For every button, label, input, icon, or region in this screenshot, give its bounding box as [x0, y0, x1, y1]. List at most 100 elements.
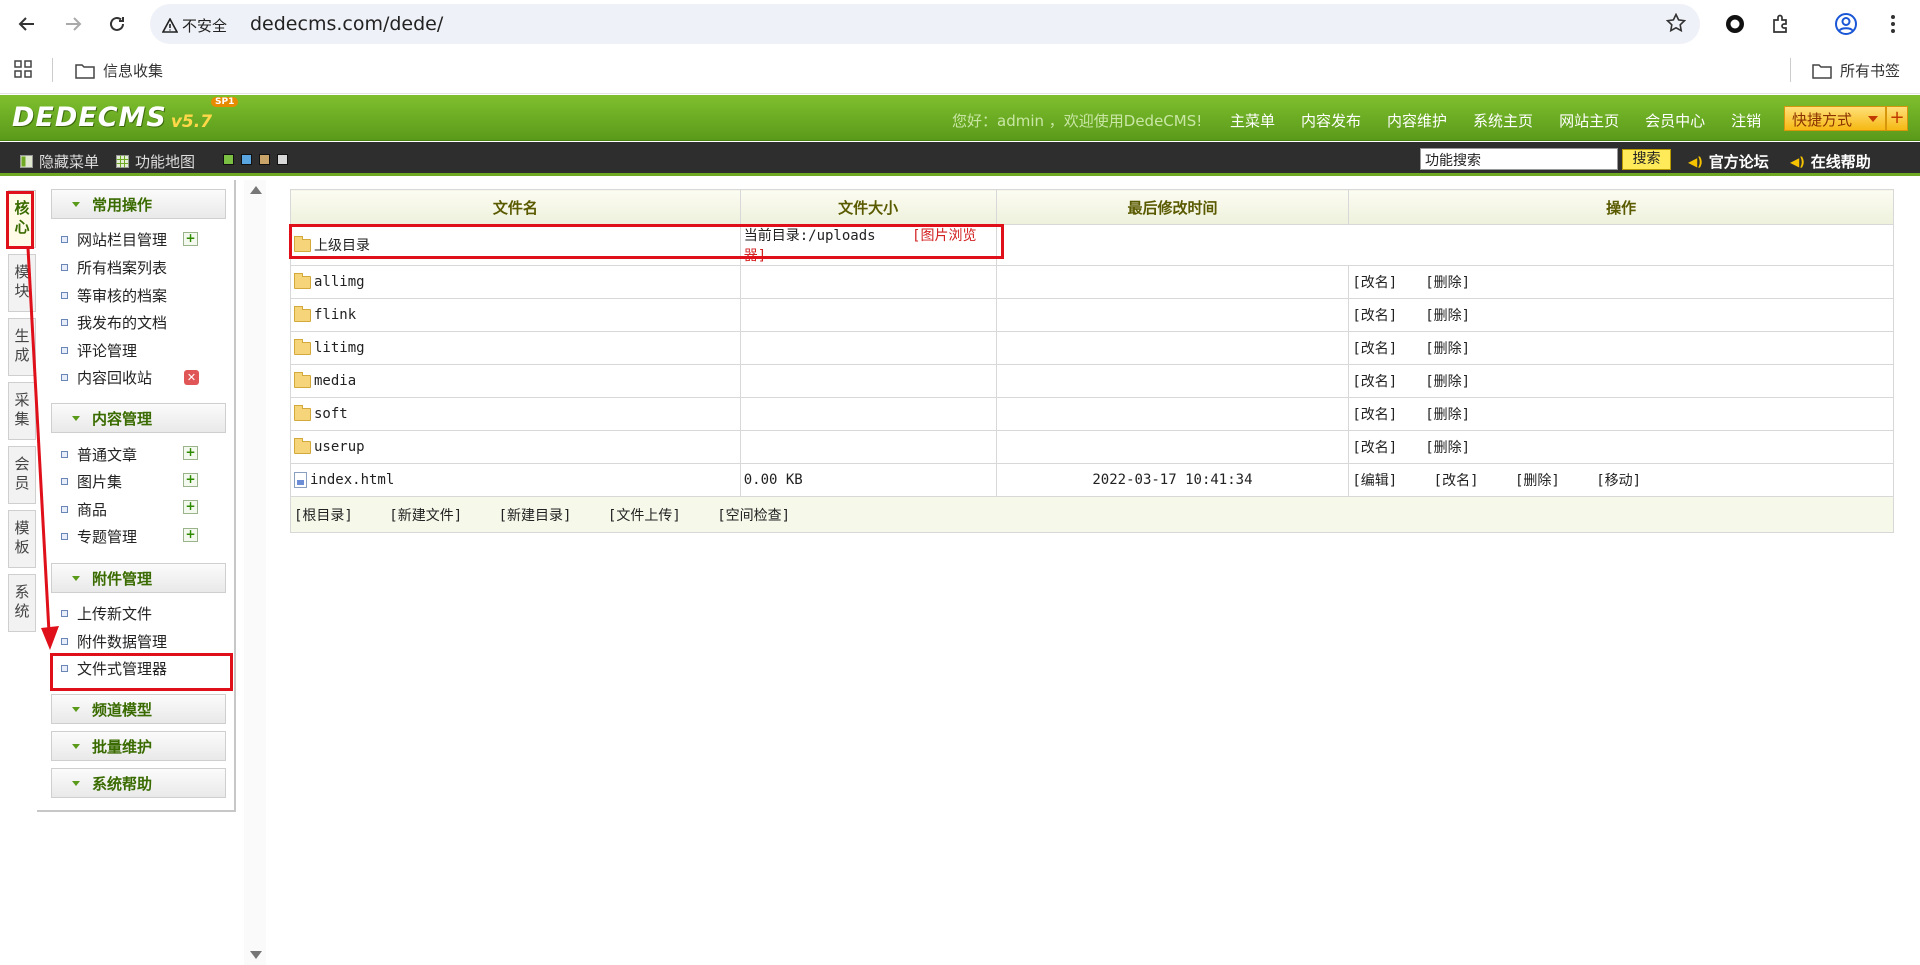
sidebar-item-label: 内容回收站 [77, 369, 153, 387]
more-menu-icon[interactable] [1880, 11, 1906, 37]
dir-link[interactable]: flink [314, 307, 356, 323]
bookmark-folder-info[interactable]: 信息收集 [75, 60, 163, 81]
scroll-up-icon[interactable] [250, 186, 262, 194]
delete-link[interactable]: [删除] [1515, 470, 1560, 490]
new-file-link[interactable]: [新建文件] [389, 505, 462, 525]
upload-file-link[interactable]: [文件上传] [608, 505, 681, 525]
dedecms-logo[interactable]: DEDECMS v5.7 SP1 [12, 97, 239, 133]
sidebar-item-column-manage[interactable]: 网站栏目管理 [61, 229, 167, 250]
delete-link[interactable]: [删除] [1425, 371, 1470, 391]
dir-link[interactable]: litimg [314, 340, 365, 356]
delete-link[interactable]: [删除] [1425, 437, 1470, 457]
section-system-help[interactable]: 系统帮助 [51, 768, 226, 798]
nav-site-home[interactable]: 网站主页 [1559, 110, 1619, 131]
root-dir-link[interactable]: [根目录] [294, 505, 353, 525]
delete-link[interactable]: [删除] [1425, 272, 1470, 292]
online-help-link[interactable]: ◀) 在线帮助 [1790, 151, 1871, 172]
address-bar[interactable]: 不安全 dedecms.com/dede/ [150, 4, 1700, 44]
nav-member-center[interactable]: 会员中心 [1645, 110, 1705, 131]
rename-link[interactable]: [改名] [1352, 404, 1397, 424]
dir-link[interactable]: userup [314, 439, 365, 455]
rename-link[interactable]: [改名] [1352, 371, 1397, 391]
add-icon[interactable]: + [183, 500, 198, 514]
sidebar-item-recycle-bin[interactable]: 内容回收站 [61, 367, 152, 388]
sidebar-item-label: 评论管理 [77, 342, 138, 360]
nav-logout[interactable]: 注销 [1731, 110, 1761, 131]
sidebar-item-comments[interactable]: 评论管理 [61, 340, 137, 361]
sidebar-item-topics[interactable]: 专题管理 [61, 526, 137, 547]
quick-add-button[interactable]: + [1886, 106, 1908, 131]
file-link[interactable]: index.html [310, 472, 394, 488]
tab-modules[interactable]: 模块 [8, 254, 36, 312]
delete-link[interactable]: [删除] [1425, 305, 1470, 325]
tab-member[interactable]: 会员 [8, 446, 36, 504]
delete-link[interactable]: [删除] [1425, 338, 1470, 358]
sidebar-item-article[interactable]: 普通文章 [61, 444, 137, 465]
table-row: flink [改名] [删除] [290, 298, 1894, 332]
trash-icon[interactable]: ✕ [184, 370, 199, 385]
sidebar-item-gallery[interactable]: 图片集 [61, 471, 122, 492]
all-bookmarks-button[interactable]: 所有书签 [1812, 60, 1900, 81]
rename-link[interactable]: [改名] [1352, 437, 1397, 457]
skin-blue-swatch[interactable] [241, 154, 252, 165]
section-attachment-manage[interactable]: 附件管理 [51, 563, 226, 593]
skin-brown-swatch[interactable] [259, 154, 270, 165]
sidebar-item-upload-file[interactable]: 上传新文件 [61, 603, 152, 624]
cms-header: DEDECMS v5.7 SP1 您好：admin ，欢迎使用DedeCMS! … [0, 95, 1920, 141]
extensions-puzzle-icon[interactable] [1768, 11, 1794, 37]
main-scrollbar[interactable] [244, 180, 266, 965]
feature-map-button[interactable]: 功能地图 [116, 151, 195, 172]
forward-icon[interactable] [59, 10, 87, 38]
rename-link[interactable]: [改名] [1434, 470, 1479, 490]
tab-template[interactable]: 模板 [8, 510, 36, 568]
sidebar-item-pending-archives[interactable]: 等审核的档案 [61, 285, 167, 306]
quick-menu-dropdown[interactable]: 快捷方式 [1784, 106, 1886, 131]
rename-link[interactable]: [改名] [1352, 338, 1397, 358]
section-content-manage[interactable]: 内容管理 [51, 403, 226, 433]
add-icon[interactable]: + [183, 446, 198, 460]
rename-link[interactable]: [改名] [1352, 305, 1397, 325]
reload-icon[interactable] [103, 10, 131, 38]
delete-link[interactable]: [删除] [1425, 404, 1470, 424]
nav-content-maintain[interactable]: 内容维护 [1387, 110, 1447, 131]
chevron-down-icon [72, 743, 80, 749]
feature-search-input[interactable]: 功能搜索 [1420, 148, 1618, 170]
tab-collect[interactable]: 采集 [8, 382, 36, 440]
sidebar-item-my-docs[interactable]: 我发布的文档 [61, 312, 167, 333]
rename-link[interactable]: [改名] [1352, 272, 1397, 292]
space-check-link[interactable]: [空间检查] [717, 505, 790, 525]
add-icon[interactable]: + [183, 528, 198, 542]
edit-link[interactable]: [编辑] [1352, 470, 1397, 490]
add-icon[interactable]: + [183, 232, 198, 246]
extension-circle-icon[interactable] [1722, 11, 1748, 37]
back-icon[interactable] [13, 10, 41, 38]
dir-link[interactable]: soft [314, 406, 348, 422]
sidebar-item-attachment-data[interactable]: 附件数据管理 [61, 631, 167, 652]
section-batch-maintain[interactable]: 批量维护 [51, 731, 226, 761]
dir-link[interactable]: media [314, 373, 356, 389]
skin-gray-swatch[interactable] [277, 154, 288, 165]
bookmark-star-icon[interactable] [1665, 12, 1687, 37]
profile-icon[interactable] [1833, 11, 1859, 37]
security-indicator[interactable]: 不安全 [162, 15, 227, 36]
hide-menu-button[interactable]: 隐藏菜单 [20, 151, 99, 172]
tab-generate[interactable]: 生成 [8, 318, 36, 376]
search-button[interactable]: 搜索 [1622, 149, 1671, 170]
add-icon[interactable]: + [183, 473, 198, 487]
section-common-ops[interactable]: 常用操作 [51, 189, 226, 219]
sidebar-item-goods[interactable]: 商品 [61, 499, 107, 520]
tab-system[interactable]: 系统 [8, 574, 36, 632]
new-dir-link[interactable]: [新建目录] [499, 505, 572, 525]
sidebar-item-all-archives[interactable]: 所有档案列表 [61, 257, 167, 278]
section-channel-model[interactable]: 频道模型 [51, 694, 226, 724]
skin-green-swatch[interactable] [223, 154, 234, 165]
official-forum-link[interactable]: ◀) 官方论坛 [1688, 151, 1769, 172]
nav-main-menu[interactable]: 主菜单 [1230, 110, 1275, 131]
move-link[interactable]: [移动] [1596, 470, 1641, 490]
url-text[interactable]: dedecms.com/dede/ [250, 13, 443, 35]
nav-content-publish[interactable]: 内容发布 [1301, 110, 1361, 131]
scroll-down-icon[interactable] [250, 951, 262, 959]
dir-link[interactable]: allimg [314, 274, 365, 290]
apps-grid-icon[interactable] [14, 60, 32, 78]
nav-system-home[interactable]: 系统主页 [1473, 110, 1533, 131]
